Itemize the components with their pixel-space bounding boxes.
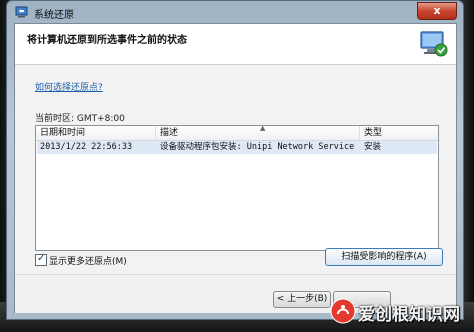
scan-affected-programs-button[interactable]: 扫描受影响的程序(A) bbox=[325, 248, 443, 266]
row-description: 设备驱动程序包安装: Unipi Network Service bbox=[160, 142, 355, 152]
row-datetime: 2013/1/22 22:56:33 bbox=[40, 142, 133, 152]
close-icon: x bbox=[433, 4, 441, 17]
row-type: 安装 bbox=[364, 142, 382, 152]
table-row[interactable]: 2013/1/22 22:56:33 设备驱动程序包安装: Unipi Netw… bbox=[37, 141, 437, 154]
page-title: 将计算机还原到所选事件之前的状态 bbox=[27, 35, 187, 46]
how-to-choose-restore-point-link[interactable]: 如何选择还原点? bbox=[35, 80, 103, 93]
restore-points-list[interactable]: 日期和时间 描述 类型 ▲ 2013/1/22 22:56:33 设备驱动程序包… bbox=[35, 124, 439, 251]
column-header-type[interactable]: 类型 bbox=[360, 126, 438, 140]
sort-up-icon: ▲ bbox=[260, 124, 266, 132]
system-restore-window: 系统还原 x 将计算机还原到所选事件之前的状态 如何选择还原点? 当前时区: G… bbox=[6, 0, 464, 320]
show-more-label: 显示更多还原点(M) bbox=[49, 257, 127, 267]
system-restore-icon bbox=[15, 6, 28, 18]
window-title: 系统还原 bbox=[34, 10, 74, 21]
dialog-client-area: 将计算机还原到所选事件之前的状态 如何选择还原点? 当前时区: GMT+8:00… bbox=[14, 23, 457, 313]
restore-computer-icon bbox=[420, 31, 448, 57]
list-header: 日期和时间 描述 类型 ▲ bbox=[36, 124, 438, 141]
column-header-description[interactable]: 描述 bbox=[156, 126, 360, 140]
watermark: 爱创根知识网 bbox=[330, 296, 470, 326]
back-button[interactable]: < 上一步(B) bbox=[273, 291, 331, 308]
watermark-logo-icon bbox=[330, 298, 356, 324]
checkmark-icon: ✓ bbox=[37, 253, 46, 264]
close-button[interactable]: x bbox=[417, 2, 457, 20]
column-header-datetime[interactable]: 日期和时间 bbox=[36, 126, 156, 140]
dialog-header: 将计算机还原到所选事件之前的状态 bbox=[15, 24, 456, 65]
current-timezone-label: 当前时区: GMT+8:00 bbox=[35, 114, 125, 124]
title-bar: 系统还原 x bbox=[7, 1, 463, 23]
watermark-text: 爱创根知识网 bbox=[358, 305, 460, 325]
show-more-checkbox[interactable]: ✓ bbox=[35, 253, 47, 266]
